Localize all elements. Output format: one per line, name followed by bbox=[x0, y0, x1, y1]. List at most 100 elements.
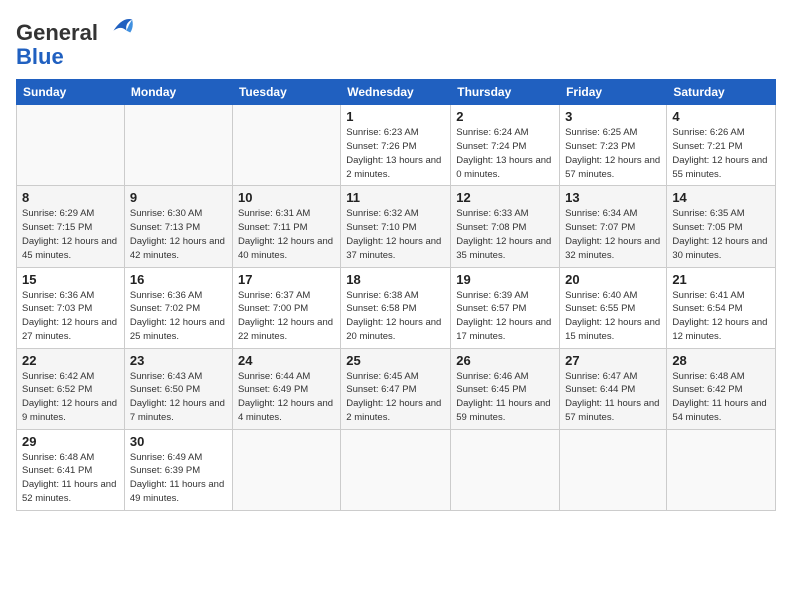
day-number: 30 bbox=[130, 434, 227, 449]
calendar-day-cell: 10 Sunrise: 6:31 AMSunset: 7:11 PMDaylig… bbox=[232, 186, 340, 267]
calendar-day-cell: 15 Sunrise: 6:36 AMSunset: 7:03 PMDaylig… bbox=[17, 267, 125, 348]
day-info: Sunrise: 6:32 AMSunset: 7:10 PMDaylight:… bbox=[346, 208, 441, 260]
day-info: Sunrise: 6:48 AMSunset: 6:42 PMDaylight:… bbox=[672, 371, 766, 423]
day-number: 13 bbox=[565, 190, 661, 205]
day-info: Sunrise: 6:35 AMSunset: 7:05 PMDaylight:… bbox=[672, 208, 767, 260]
day-info: Sunrise: 6:37 AMSunset: 7:00 PMDaylight:… bbox=[238, 290, 333, 342]
calendar-day-cell: 4 Sunrise: 6:26 AMSunset: 7:21 PMDayligh… bbox=[667, 105, 776, 186]
day-number: 9 bbox=[130, 190, 227, 205]
day-info: Sunrise: 6:33 AMSunset: 7:08 PMDaylight:… bbox=[456, 208, 551, 260]
day-info: Sunrise: 6:45 AMSunset: 6:47 PMDaylight:… bbox=[346, 371, 441, 423]
day-number: 8 bbox=[22, 190, 119, 205]
day-info: Sunrise: 6:36 AMSunset: 7:03 PMDaylight:… bbox=[22, 290, 117, 342]
day-info: Sunrise: 6:41 AMSunset: 6:54 PMDaylight:… bbox=[672, 290, 767, 342]
calendar-day-cell: 13 Sunrise: 6:34 AMSunset: 7:07 PMDaylig… bbox=[560, 186, 667, 267]
calendar-day-cell: 18 Sunrise: 6:38 AMSunset: 6:58 PMDaylig… bbox=[341, 267, 451, 348]
day-info: Sunrise: 6:26 AMSunset: 7:21 PMDaylight:… bbox=[672, 127, 767, 179]
day-info: Sunrise: 6:30 AMSunset: 7:13 PMDaylight:… bbox=[130, 208, 225, 260]
calendar-day-cell bbox=[232, 105, 340, 186]
day-number: 20 bbox=[565, 272, 661, 287]
day-number: 11 bbox=[346, 190, 445, 205]
calendar-day-cell bbox=[17, 105, 125, 186]
calendar-day-cell bbox=[232, 429, 340, 510]
weekday-header-thursday: Thursday bbox=[451, 80, 560, 105]
day-info: Sunrise: 6:49 AMSunset: 6:39 PMDaylight:… bbox=[130, 452, 224, 504]
weekday-header-friday: Friday bbox=[560, 80, 667, 105]
calendar-week-row: 15 Sunrise: 6:36 AMSunset: 7:03 PMDaylig… bbox=[17, 267, 776, 348]
weekday-header-wednesday: Wednesday bbox=[341, 80, 451, 105]
day-number: 24 bbox=[238, 353, 335, 368]
calendar-day-cell: 25 Sunrise: 6:45 AMSunset: 6:47 PMDaylig… bbox=[341, 348, 451, 429]
calendar-week-row: 22 Sunrise: 6:42 AMSunset: 6:52 PMDaylig… bbox=[17, 348, 776, 429]
calendar-day-cell: 24 Sunrise: 6:44 AMSunset: 6:49 PMDaylig… bbox=[232, 348, 340, 429]
day-info: Sunrise: 6:42 AMSunset: 6:52 PMDaylight:… bbox=[22, 371, 117, 423]
calendar-day-cell: 30 Sunrise: 6:49 AMSunset: 6:39 PMDaylig… bbox=[124, 429, 232, 510]
calendar-week-row: 8 Sunrise: 6:29 AMSunset: 7:15 PMDayligh… bbox=[17, 186, 776, 267]
day-info: Sunrise: 6:47 AMSunset: 6:44 PMDaylight:… bbox=[565, 371, 659, 423]
day-number: 3 bbox=[565, 109, 661, 124]
day-number: 14 bbox=[672, 190, 770, 205]
day-number: 19 bbox=[456, 272, 554, 287]
calendar-day-cell: 23 Sunrise: 6:43 AMSunset: 6:50 PMDaylig… bbox=[124, 348, 232, 429]
calendar-day-cell bbox=[451, 429, 560, 510]
day-number: 29 bbox=[22, 434, 119, 449]
day-info: Sunrise: 6:48 AMSunset: 6:41 PMDaylight:… bbox=[22, 452, 116, 504]
calendar-day-cell: 11 Sunrise: 6:32 AMSunset: 7:10 PMDaylig… bbox=[341, 186, 451, 267]
calendar-day-cell: 28 Sunrise: 6:48 AMSunset: 6:42 PMDaylig… bbox=[667, 348, 776, 429]
day-number: 17 bbox=[238, 272, 335, 287]
day-number: 18 bbox=[346, 272, 445, 287]
day-number: 4 bbox=[672, 109, 770, 124]
calendar-day-cell: 1 Sunrise: 6:23 AMSunset: 7:26 PMDayligh… bbox=[341, 105, 451, 186]
day-number: 21 bbox=[672, 272, 770, 287]
day-info: Sunrise: 6:23 AMSunset: 7:26 PMDaylight:… bbox=[346, 127, 441, 179]
logo: General Blue bbox=[16, 16, 134, 69]
day-info: Sunrise: 6:38 AMSunset: 6:58 PMDaylight:… bbox=[346, 290, 441, 342]
header: General Blue bbox=[16, 16, 776, 69]
day-info: Sunrise: 6:43 AMSunset: 6:50 PMDaylight:… bbox=[130, 371, 225, 423]
day-info: Sunrise: 6:39 AMSunset: 6:57 PMDaylight:… bbox=[456, 290, 551, 342]
logo-text: General Blue bbox=[16, 16, 134, 69]
calendar-day-cell: 9 Sunrise: 6:30 AMSunset: 7:13 PMDayligh… bbox=[124, 186, 232, 267]
day-number: 12 bbox=[456, 190, 554, 205]
day-info: Sunrise: 6:31 AMSunset: 7:11 PMDaylight:… bbox=[238, 208, 333, 260]
day-number: 16 bbox=[130, 272, 227, 287]
calendar-day-cell: 21 Sunrise: 6:41 AMSunset: 6:54 PMDaylig… bbox=[667, 267, 776, 348]
day-number: 10 bbox=[238, 190, 335, 205]
weekday-header-saturday: Saturday bbox=[667, 80, 776, 105]
calendar-day-cell: 26 Sunrise: 6:46 AMSunset: 6:45 PMDaylig… bbox=[451, 348, 560, 429]
calendar-day-cell: 22 Sunrise: 6:42 AMSunset: 6:52 PMDaylig… bbox=[17, 348, 125, 429]
day-info: Sunrise: 6:29 AMSunset: 7:15 PMDaylight:… bbox=[22, 208, 117, 260]
day-info: Sunrise: 6:46 AMSunset: 6:45 PMDaylight:… bbox=[456, 371, 550, 423]
calendar-day-cell: 29 Sunrise: 6:48 AMSunset: 6:41 PMDaylig… bbox=[17, 429, 125, 510]
day-number: 28 bbox=[672, 353, 770, 368]
calendar-day-cell: 2 Sunrise: 6:24 AMSunset: 7:24 PMDayligh… bbox=[451, 105, 560, 186]
calendar-day-cell bbox=[341, 429, 451, 510]
weekday-header-row: SundayMondayTuesdayWednesdayThursdayFrid… bbox=[17, 80, 776, 105]
calendar-day-cell: 19 Sunrise: 6:39 AMSunset: 6:57 PMDaylig… bbox=[451, 267, 560, 348]
day-info: Sunrise: 6:36 AMSunset: 7:02 PMDaylight:… bbox=[130, 290, 225, 342]
day-number: 1 bbox=[346, 109, 445, 124]
weekday-header-monday: Monday bbox=[124, 80, 232, 105]
calendar-day-cell: 8 Sunrise: 6:29 AMSunset: 7:15 PMDayligh… bbox=[17, 186, 125, 267]
day-number: 27 bbox=[565, 353, 661, 368]
day-number: 26 bbox=[456, 353, 554, 368]
calendar-day-cell bbox=[560, 429, 667, 510]
calendar-table: SundayMondayTuesdayWednesdayThursdayFrid… bbox=[16, 79, 776, 510]
day-number: 25 bbox=[346, 353, 445, 368]
calendar-week-row: 1 Sunrise: 6:23 AMSunset: 7:26 PMDayligh… bbox=[17, 105, 776, 186]
day-info: Sunrise: 6:34 AMSunset: 7:07 PMDaylight:… bbox=[565, 208, 660, 260]
weekday-header-sunday: Sunday bbox=[17, 80, 125, 105]
day-number: 2 bbox=[456, 109, 554, 124]
day-info: Sunrise: 6:24 AMSunset: 7:24 PMDaylight:… bbox=[456, 127, 551, 179]
calendar-day-cell: 27 Sunrise: 6:47 AMSunset: 6:44 PMDaylig… bbox=[560, 348, 667, 429]
day-number: 22 bbox=[22, 353, 119, 368]
calendar-day-cell: 14 Sunrise: 6:35 AMSunset: 7:05 PMDaylig… bbox=[667, 186, 776, 267]
day-number: 15 bbox=[22, 272, 119, 287]
day-info: Sunrise: 6:25 AMSunset: 7:23 PMDaylight:… bbox=[565, 127, 660, 179]
weekday-header-tuesday: Tuesday bbox=[232, 80, 340, 105]
calendar-day-cell bbox=[667, 429, 776, 510]
calendar-day-cell: 17 Sunrise: 6:37 AMSunset: 7:00 PMDaylig… bbox=[232, 267, 340, 348]
day-info: Sunrise: 6:40 AMSunset: 6:55 PMDaylight:… bbox=[565, 290, 660, 342]
calendar-day-cell: 12 Sunrise: 6:33 AMSunset: 7:08 PMDaylig… bbox=[451, 186, 560, 267]
calendar-day-cell: 20 Sunrise: 6:40 AMSunset: 6:55 PMDaylig… bbox=[560, 267, 667, 348]
